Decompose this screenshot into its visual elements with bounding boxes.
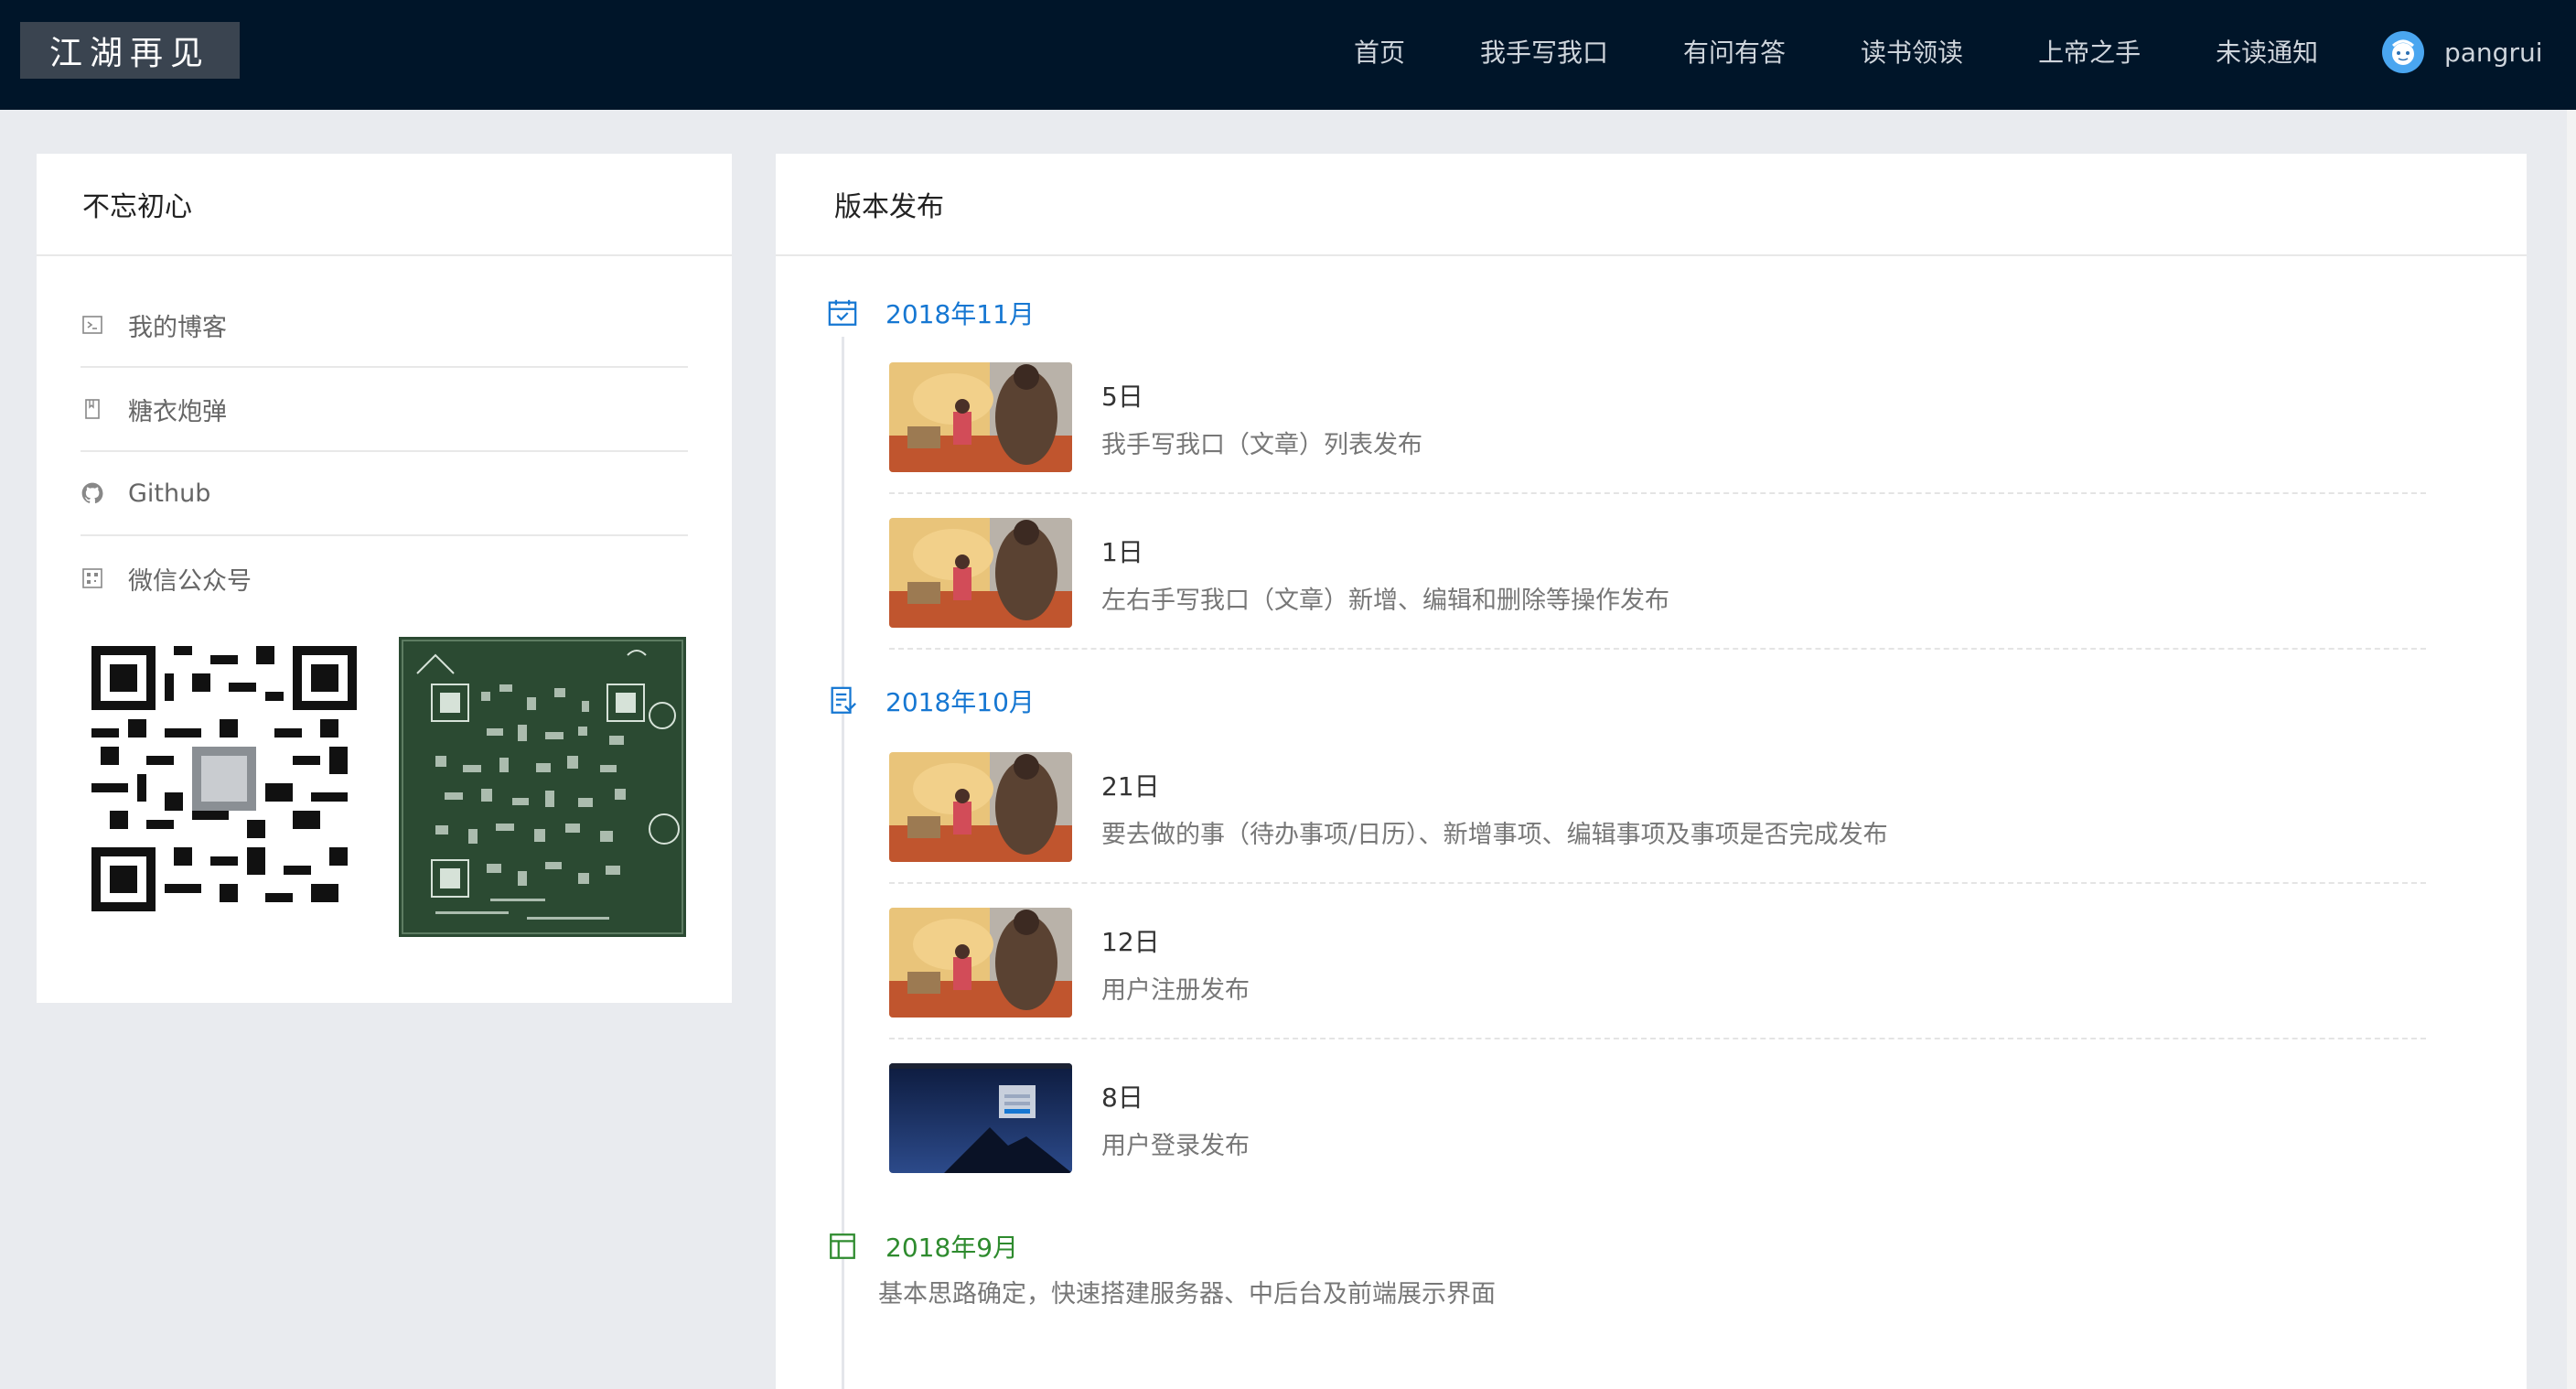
sidebar-item-blog[interactable]: 我的博客	[80, 284, 688, 368]
github-icon	[80, 481, 104, 505]
avatar	[2382, 31, 2424, 73]
sidebar-item-label: 我的博客	[128, 313, 227, 342]
release-entry: 5日 我手写我口（文章）列表发布	[889, 339, 2426, 494]
entry-description: 用户注册发布	[1101, 976, 1250, 1005]
release-entry: 8日 用户登录发布	[889, 1039, 2426, 1195]
entry-day: 21日	[1101, 771, 1160, 802]
sidebar-item-sugar-coated[interactable]: 糖衣炮弹	[80, 368, 688, 452]
release-card-title: 版本发布	[776, 154, 2527, 256]
nav-item-qa[interactable]: 有问有答	[1683, 33, 1786, 70]
entry-day: 12日	[1101, 927, 1160, 957]
timeline-month-oct: 2018年10月	[827, 683, 1035, 719]
sidebar-item-wechat[interactable]: 微信公众号	[80, 536, 688, 620]
qrcode-icon	[80, 566, 104, 590]
sidebar-item-label: 糖衣炮弹	[128, 397, 227, 426]
entry-day: 1日	[1101, 537, 1143, 567]
calendar-check-icon	[828, 299, 857, 326]
timeline-month-label: 2018年10月	[886, 687, 1035, 717]
layout-icon	[830, 1233, 855, 1259]
book-icon	[80, 397, 104, 421]
release-card: 版本发布 2018年11月 5日 我手写我口（文章）列表发布 1日 左右手写我口…	[776, 154, 2527, 1389]
timeline-month-note: 基本思路确定，快速搭建服务器、中后台及前端展示界面	[878, 1280, 1496, 1308]
terminal-icon	[80, 313, 104, 337]
entry-description: 要去做的事（待办事项/日历）、新增事项、编辑事项及事项是否完成发布	[1101, 821, 1888, 849]
timeline-month-label: 2018年11月	[886, 299, 1035, 329]
nav-item-unread-notifications[interactable]: 未读通知	[2216, 33, 2318, 70]
nav-item-articles[interactable]: 我手写我口	[1480, 33, 1608, 70]
sidebar-card-title: 不忘初心	[37, 154, 732, 256]
scrollbar[interactable]	[2567, 110, 2576, 1389]
entry-description: 我手写我口（文章）列表发布	[1101, 431, 1422, 459]
qr-code-row	[37, 637, 732, 948]
top-navbar: 江湖再见 首页 我手写我口 有问有答 读书领读 上帝之手 未读通知 pangru…	[0, 0, 2576, 110]
sidebar-item-label: 微信公众号	[128, 566, 252, 596]
release-entry: 1日 左右手写我口（文章）新增、编辑和删除等操作发布	[889, 494, 2426, 650]
sidebar-item-github[interactable]: Github	[80, 452, 688, 536]
entry-day: 5日	[1101, 382, 1143, 412]
entry-thumbnail[interactable]	[889, 908, 1072, 1018]
entry-thumbnail[interactable]	[889, 752, 1072, 862]
timeline-month-label: 2018年9月	[886, 1233, 1019, 1263]
nav-item-god-hand[interactable]: 上帝之手	[2038, 33, 2141, 70]
entry-description: 左右手写我口（文章）新增、编辑和删除等操作发布	[1101, 587, 1669, 615]
entry-thumbnail[interactable]	[889, 1063, 1072, 1173]
sidebar-menu: 我的博客 糖衣炮弹 Github 微信公众号	[37, 284, 732, 620]
list-doc-icon	[831, 686, 856, 714]
nav-item-reading[interactable]: 读书领读	[1861, 33, 1963, 70]
entry-thumbnail[interactable]	[889, 518, 1072, 628]
release-entry: 12日 用户注册发布	[889, 884, 2426, 1039]
timeline-month-nov: 2018年11月	[827, 295, 1035, 331]
main-nav: 首页 我手写我口 有问有答 读书领读 上帝之手 未读通知	[1281, 0, 2393, 102]
wechat-qr-code	[91, 646, 357, 911]
entry-day: 8日	[1101, 1082, 1143, 1113]
nav-item-home[interactable]: 首页	[1354, 33, 1405, 70]
chalkboard-qr-code	[399, 637, 686, 937]
timeline-month-sep: 2018年9月	[827, 1228, 1018, 1265]
site-logo[interactable]: 江湖再见	[20, 22, 240, 79]
entry-description: 用户登录发布	[1101, 1132, 1250, 1160]
sidebar-card: 不忘初心 我的博客 糖衣炮弹 Github 微信公众号	[37, 154, 732, 1003]
sidebar-item-label: Github	[128, 479, 211, 508]
avatar-face-icon	[2391, 39, 2415, 65]
username: pangrui	[2444, 37, 2543, 68]
user-menu[interactable]: pangrui	[2382, 31, 2543, 73]
entry-thumbnail[interactable]	[889, 362, 1072, 472]
release-entry: 21日 要去做的事（待办事项/日历）、新增事项、编辑事项及事项是否完成发布	[889, 728, 2426, 884]
